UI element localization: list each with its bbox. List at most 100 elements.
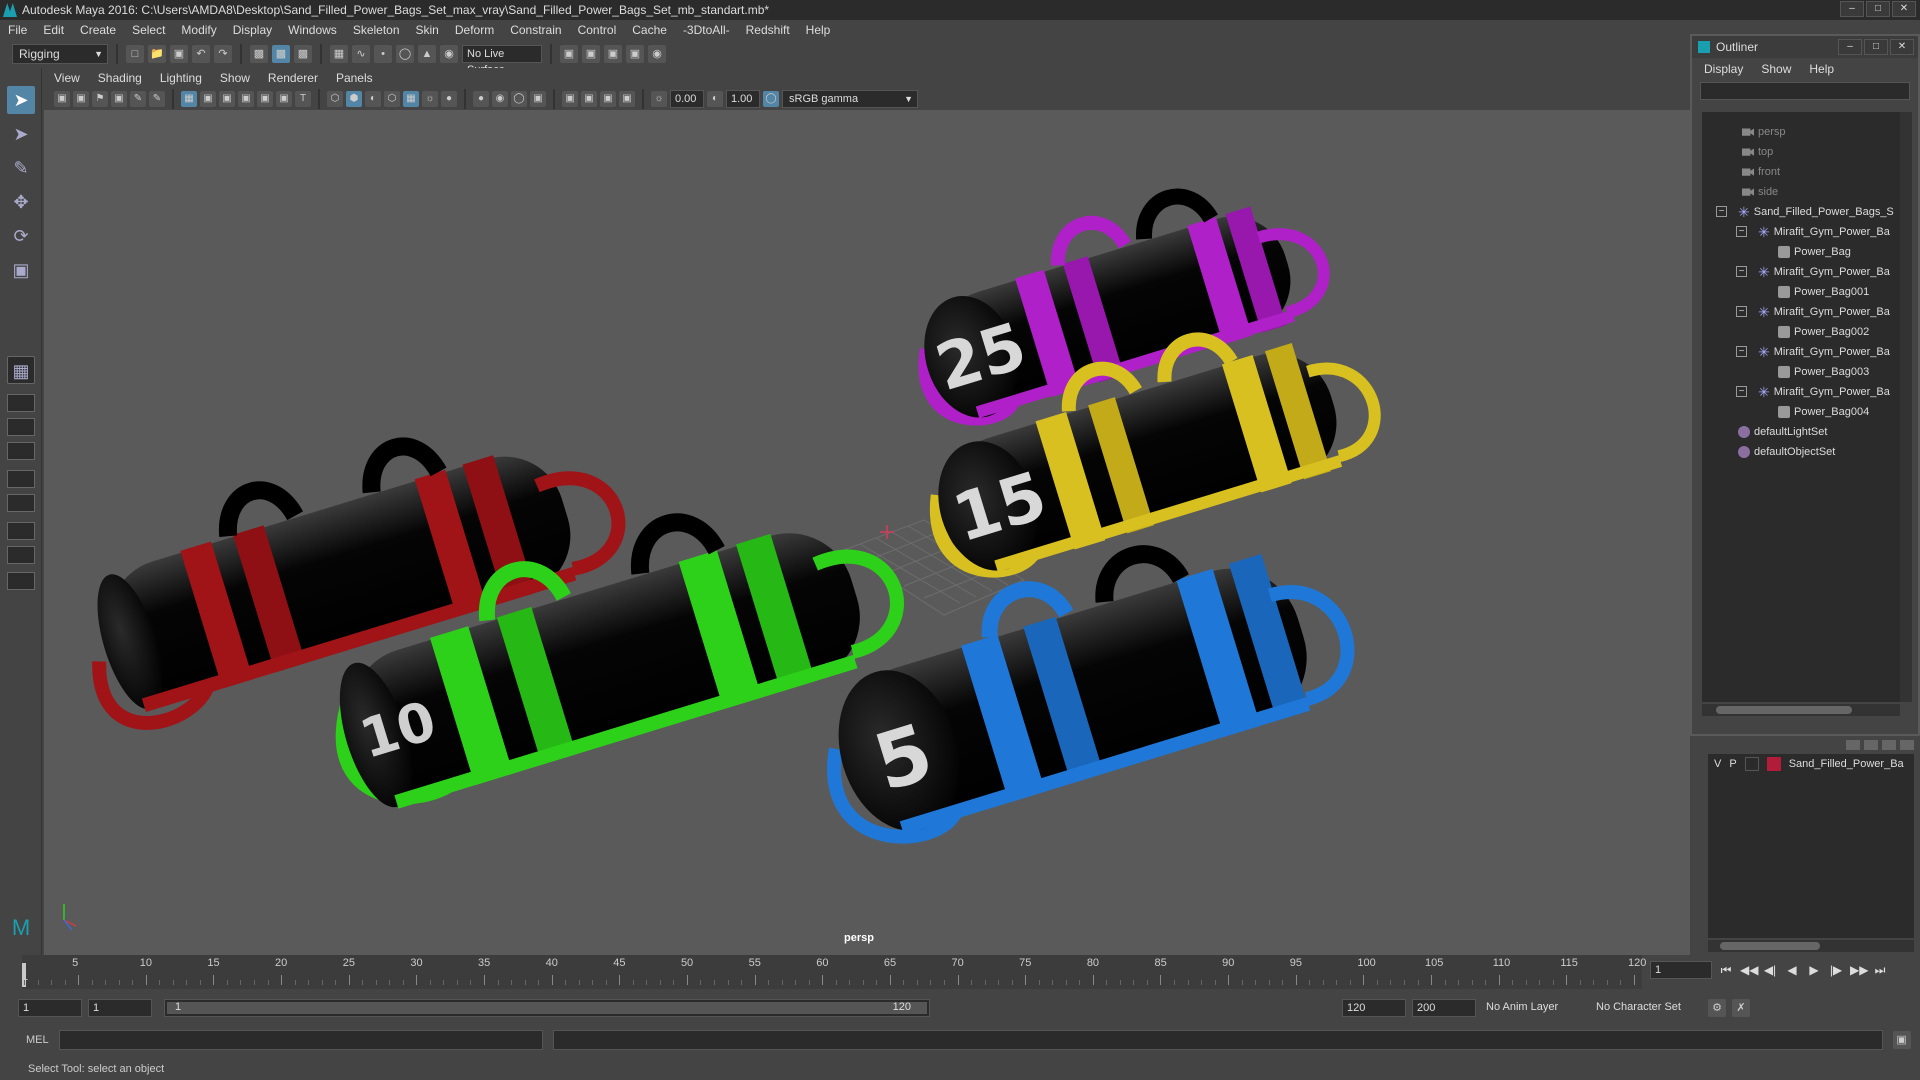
xray-icon[interactable]: ▣ [581, 91, 597, 107]
outliner-item-root-group[interactable]: ✳ Sand_Filled_Power_Bags_S [1738, 202, 1894, 222]
menu-modify[interactable]: Modify [181, 23, 216, 37]
layer-move-down-icon[interactable] [1864, 740, 1878, 750]
outliner-menu-show[interactable]: Show [1761, 62, 1791, 76]
step-back-frame-icon[interactable]: ◀| [1762, 962, 1778, 978]
panel-menu-panels[interactable]: Panels [336, 71, 373, 85]
outliner-item-group-2[interactable]: ✳ Mirafit_Gym_Power_Ba [1758, 262, 1890, 282]
new-layer-selected-icon[interactable] [1900, 740, 1914, 750]
hypershade-icon[interactable]: ▣ [626, 45, 644, 63]
anim-layer-dropdown[interactable]: No Anim Layer [1482, 999, 1586, 1017]
character-set-dropdown[interactable]: No Character Set [1592, 999, 1702, 1017]
screen-space-ao-icon[interactable]: ● [473, 91, 489, 107]
outliner-item-mesh-5[interactable]: Power_Bag004 [1778, 402, 1869, 422]
play-backwards-icon[interactable]: ◀ [1784, 962, 1800, 978]
menu-skeleton[interactable]: Skeleton [353, 23, 400, 37]
outliner-item-group-4[interactable]: ✳ Mirafit_Gym_Power_Ba [1758, 342, 1890, 362]
new-scene-icon[interactable]: □ [126, 45, 144, 63]
side-by-side-icon[interactable] [7, 442, 35, 460]
menu-set-dropdown[interactable]: Rigging ▼ [12, 44, 108, 64]
script-layout-icon[interactable] [7, 546, 35, 564]
gamma-icon[interactable]: ◐ [707, 91, 723, 107]
playback-end-field[interactable]: 120 [1342, 999, 1406, 1017]
image-plane-icon[interactable]: ▣ [111, 91, 127, 107]
snap-surface-icon[interactable]: ▲ [418, 45, 436, 63]
undo-icon[interactable]: ↶ [192, 45, 210, 63]
outliner-minimize-button[interactable]: – [1838, 39, 1862, 55]
hypershade-layout-icon[interactable] [7, 522, 35, 540]
snap-curve-icon[interactable]: ∿ [352, 45, 370, 63]
panel-menu-renderer[interactable]: Renderer [268, 71, 318, 85]
animation-prefs-icon[interactable]: ✗ [1732, 999, 1750, 1017]
custom-layout-icon[interactable] [7, 572, 35, 590]
rotate-tool-icon[interactable]: ⟳ [7, 222, 35, 250]
new-layer-icon[interactable] [1882, 740, 1896, 750]
outliner-item-group-1[interactable]: ✳ Mirafit_Gym_Power_Ba [1758, 222, 1890, 242]
panel-menu-view[interactable]: View [54, 71, 80, 85]
outliner-item-side[interactable]: side [1742, 182, 1778, 202]
render-frame-icon[interactable]: ▣ [560, 45, 578, 63]
select-object-icon[interactable]: ▩ [272, 45, 290, 63]
layer-playback-toggle[interactable]: P [1729, 758, 1736, 770]
single-view-icon[interactable]: ▦ [7, 356, 35, 384]
script-editor-icon[interactable]: ▣ [1892, 1031, 1911, 1049]
outliner-item-mesh-2[interactable]: Power_Bag001 [1778, 282, 1869, 302]
smooth-shade-icon[interactable]: ⬢ [346, 91, 362, 107]
camera-select-icon[interactable]: ▣ [54, 91, 70, 107]
layer-color-swatch[interactable] [1766, 757, 1781, 771]
current-frame-field[interactable]: 1 [1650, 961, 1712, 979]
outliner-item-group-5[interactable]: ✳ Mirafit_Gym_Power_Ba [1758, 382, 1890, 402]
script-language-toggle[interactable]: MEL [26, 1034, 49, 1046]
camera-attr-icon[interactable]: ▣ [73, 91, 89, 107]
outliner-item-default-object-set[interactable]: defaultObjectSet [1738, 442, 1835, 462]
step-forward-frame-icon[interactable]: |▶ [1828, 962, 1844, 978]
playback-start-field[interactable]: 1 [88, 999, 152, 1017]
exposure-icon[interactable]: ☼ [651, 91, 667, 107]
collapse-toggle[interactable]: − [1736, 346, 1747, 357]
layer-visibility-toggle[interactable]: V [1714, 758, 1721, 770]
layer-horizontal-scrollbar[interactable] [1708, 940, 1914, 952]
menu-cache[interactable]: Cache [632, 23, 667, 37]
safe-title-icon[interactable]: T [295, 91, 311, 107]
anti-aliasing-icon[interactable]: ◯ [511, 91, 527, 107]
move-tool-icon[interactable]: ✥ [7, 188, 35, 216]
safe-action-icon[interactable]: ▣ [276, 91, 292, 107]
view-transform-dropdown[interactable]: sRGB gamma ▼ [782, 90, 918, 108]
select-component-icon[interactable]: ▩ [294, 45, 312, 63]
lasso-tool-icon[interactable]: ➤ [7, 120, 35, 148]
render-settings-icon[interactable]: ▣ [604, 45, 622, 63]
menu-constrain[interactable]: Constrain [510, 23, 561, 37]
select-tool-icon[interactable]: ➤ [7, 86, 35, 114]
two-view-icon[interactable] [7, 418, 35, 436]
time-ruler[interactable]: 5 10 15 20 25 30 35 40 45 50 55 60 65 70 75 80 85 90 95 100… [22, 955, 1646, 989]
power-bag-blue[interactable]: 5 [796, 503, 1365, 855]
save-scene-icon[interactable]: ▣ [170, 45, 188, 63]
step-back-key-icon[interactable]: ◀◀ [1740, 962, 1758, 978]
animation-end-field[interactable]: 200 [1412, 999, 1476, 1017]
motion-blur-icon[interactable]: ◉ [492, 91, 508, 107]
menu-create[interactable]: Create [80, 23, 116, 37]
collapse-toggle[interactable]: − [1736, 226, 1747, 237]
range-slider-thumb[interactable] [167, 1002, 927, 1014]
xray-active-icon[interactable]: ▣ [600, 91, 616, 107]
2d-pan-icon[interactable]: ✎ [130, 91, 146, 107]
snap-point-icon[interactable]: • [374, 45, 392, 63]
animation-start-field[interactable]: 1 [18, 999, 82, 1017]
outliner-maximize-button[interactable]: □ [1864, 39, 1888, 55]
layer-move-up-icon[interactable] [1846, 740, 1860, 750]
exposure-field[interactable]: 0.00 [670, 90, 704, 108]
menu-3dtoall[interactable]: -3DtoAll- [683, 23, 730, 37]
ipr-render-icon[interactable]: ▣ [582, 45, 600, 63]
menu-file[interactable]: File [8, 23, 27, 37]
gate-mask-icon[interactable]: ▣ [238, 91, 254, 107]
outliner-item-front[interactable]: front [1742, 162, 1780, 182]
menu-select[interactable]: Select [132, 23, 165, 37]
gamma-field[interactable]: 1.00 [726, 90, 760, 108]
layer-row[interactable]: V P Sand_Filled_Power_Ba [1708, 754, 1914, 774]
outliner-horizontal-scrollbar[interactable] [1702, 704, 1900, 716]
auto-key-icon[interactable]: ⚙ [1708, 999, 1726, 1017]
outliner-item-mesh-3[interactable]: Power_Bag002 [1778, 322, 1869, 342]
collapse-toggle[interactable]: − [1736, 266, 1747, 277]
perspective-viewport[interactable]: 10 25 15 5 persp [44, 110, 1690, 955]
outliner-item-top[interactable]: top [1742, 142, 1773, 162]
grease-pencil-icon[interactable]: ✎ [149, 91, 165, 107]
